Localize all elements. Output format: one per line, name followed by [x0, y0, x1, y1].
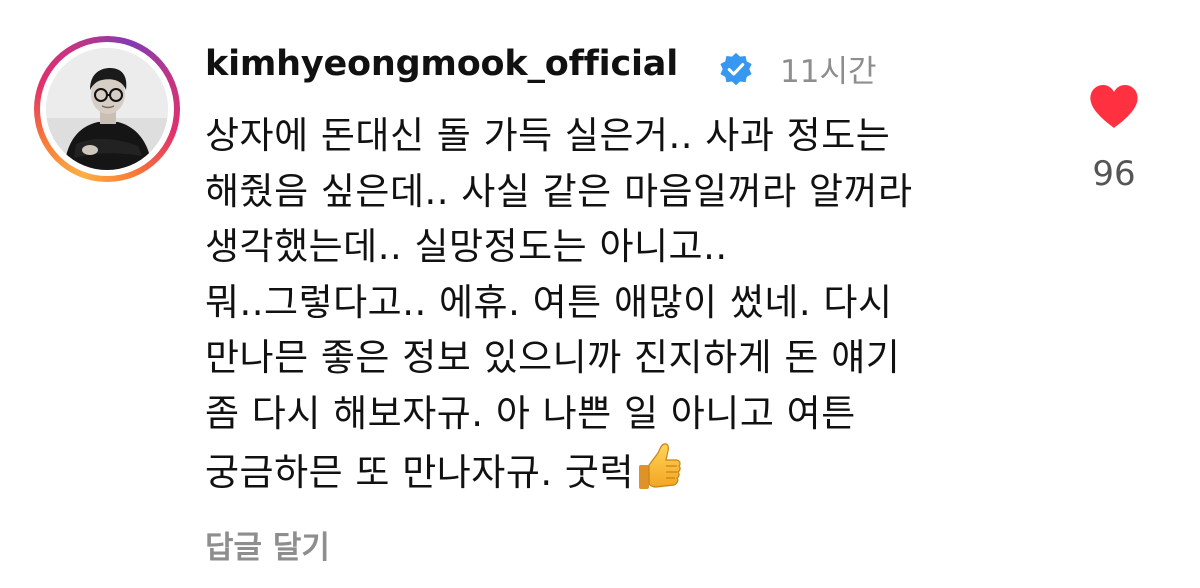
comment-line: 해줬음 싶은데.. 사실 같은 마음일꺼라 알꺼라 — [205, 169, 913, 213]
comment-timestamp: 11시간 — [780, 54, 877, 90]
avatar-photo-icon — [46, 48, 168, 170]
comment-line: 궁금하믄 또 만나자규. 굿럭 — [205, 451, 634, 494]
comment-line: 만나믄 좋은 정보 있으니까 진지하게 돈 얘기 — [205, 336, 901, 379]
comment-line: 생각했는데.. 실망정도는 아니고.. — [205, 225, 728, 268]
heart-icon[interactable] — [1088, 84, 1140, 130]
comment-line: 좀 다시 해보자규. 아 나쁜 일 아니고 여튼 — [205, 391, 856, 435]
thumbs-up-icon — [638, 443, 681, 489]
avatar-story-ring[interactable] — [34, 36, 180, 182]
like-area: 96 — [1082, 84, 1146, 196]
like-count: 96 — [1092, 154, 1136, 194]
username[interactable]: kimhyeongmook_official — [205, 44, 678, 84]
avatar[interactable] — [46, 48, 168, 170]
reply-button[interactable]: 답글 달기 — [205, 522, 330, 567]
comment-line: 뭐..그렇다고.. 에휴. 여튼 애많이 썼네. 다시 — [205, 280, 893, 324]
comment-text: 상자에 돈대신 돌 가득 실은거.. 사과 정도는 해줬음 싶은데.. 사실 같… — [205, 108, 1065, 501]
verified-badge-icon — [720, 52, 752, 86]
comment-line: 상자에 돈대신 돌 가득 실은거.. 사과 정도는 — [205, 114, 891, 157]
comment: kimhyeongmook_official 11시간 상자에 돈대신 돌 가득… — [0, 0, 1200, 588]
comment-line-last: 궁금하믄 또 만나자규. 굿럭 — [205, 441, 1065, 501]
